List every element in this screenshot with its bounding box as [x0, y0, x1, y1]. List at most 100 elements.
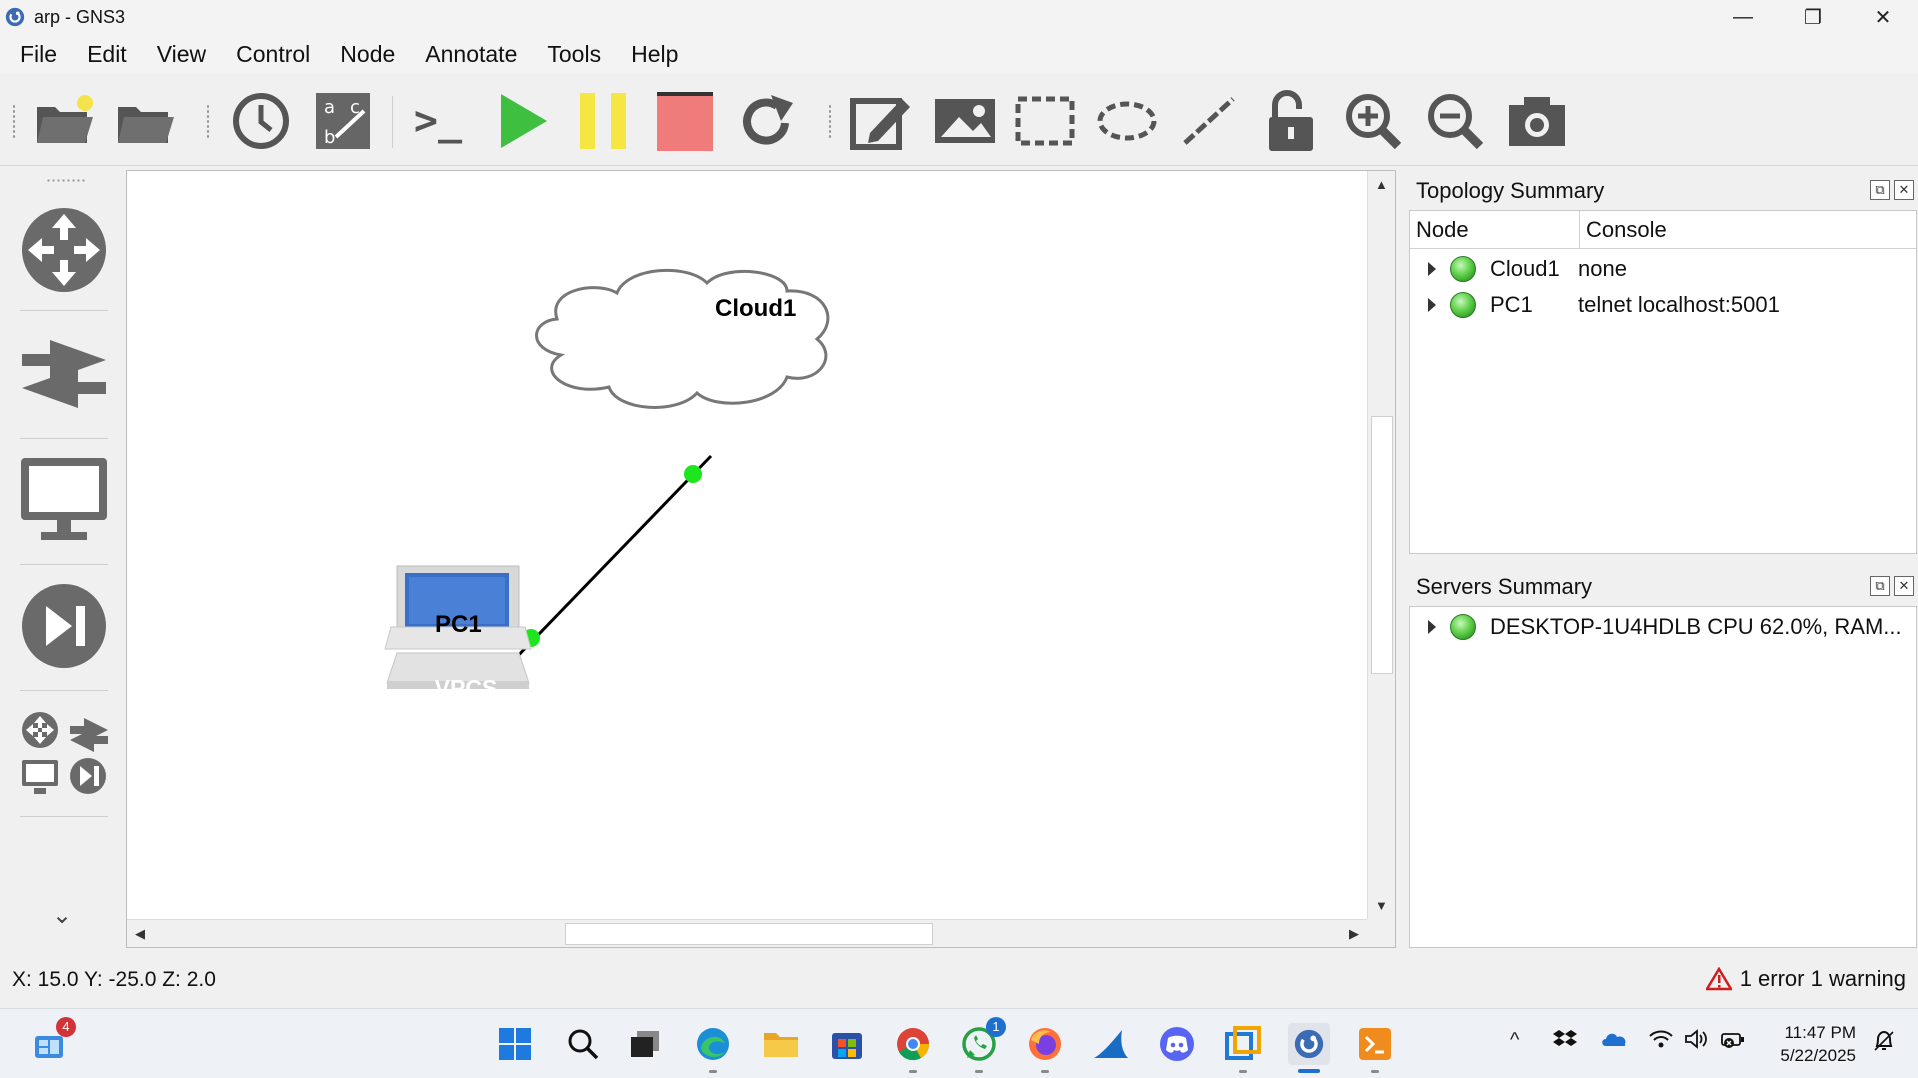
show-interface-labels-button[interactable]: a c b [310, 88, 376, 154]
console-all-button[interactable]: >_ [405, 88, 471, 154]
dock-float-icon[interactable]: ⧉ [1870, 576, 1890, 596]
column-header-console[interactable]: Console [1580, 211, 1916, 248]
firefox-button[interactable] [1024, 1023, 1066, 1073]
menu-annotate[interactable]: Annotate [425, 41, 517, 68]
scroll-right-icon[interactable]: ▶ [1349, 926, 1359, 942]
task-view-button[interactable] [624, 1023, 666, 1065]
scroll-up-icon[interactable]: ▲ [1375, 177, 1388, 192]
browse-routers-button[interactable] [16, 202, 112, 298]
topology-summary-tree[interactable]: Node Console Cloud1 none PC1 telnet loca… [1409, 210, 1917, 554]
horizontal-scroll-thumb[interactable] [565, 923, 933, 945]
lock-button[interactable] [1258, 88, 1324, 154]
running-indicator [709, 1070, 717, 1073]
search-button[interactable] [562, 1023, 604, 1065]
dock-close-icon[interactable]: ✕ [1894, 180, 1914, 200]
zoom-in-button[interactable] [1340, 88, 1406, 154]
toolbar-grip[interactable] [206, 104, 210, 140]
cloud1-label[interactable]: Cloud1 [715, 295, 796, 323]
dock-close-icon[interactable]: ✕ [1894, 576, 1914, 596]
browse-security-devices-button[interactable] [16, 578, 112, 674]
expand-arrow-icon[interactable] [1428, 620, 1436, 634]
cloud1-node-icon[interactable] [535, 268, 830, 409]
gns3-taskbar-button[interactable] [1288, 1023, 1330, 1073]
topology-canvas[interactable]: Cloud1 PC1 VPCS [127, 171, 1367, 919]
minimize-button[interactable]: — [1708, 0, 1778, 34]
dock-float-icon[interactable]: ⧉ [1870, 180, 1890, 200]
gns3-icon [1294, 1029, 1324, 1059]
tree-row[interactable]: Cloud1 none [1410, 251, 1916, 287]
file-explorer-button[interactable] [760, 1023, 802, 1065]
chrome-button[interactable] [892, 1023, 934, 1073]
start-button[interactable] [494, 1023, 536, 1065]
menu-tools[interactable]: Tools [547, 41, 601, 68]
window-controls: — ❐ ✕ [1708, 0, 1918, 34]
draw-ellipse-button[interactable] [1094, 88, 1160, 154]
vertical-scroll-thumb[interactable] [1371, 416, 1393, 674]
taskbar-clock[interactable]: 11:47 PM 5/22/2025 [1780, 1021, 1856, 1067]
menu-file[interactable]: File [20, 41, 57, 68]
toolbar-grip[interactable] [12, 104, 16, 140]
menu-node[interactable]: Node [340, 41, 395, 68]
draw-rectangle-button[interactable] [1012, 88, 1078, 154]
expand-arrow-icon[interactable] [1428, 298, 1436, 312]
discord-button[interactable] [1156, 1023, 1198, 1065]
menu-view[interactable]: View [157, 41, 206, 68]
column-header-node[interactable]: Node [1410, 211, 1580, 248]
browse-end-devices-button[interactable] [16, 452, 112, 548]
snapshot-button[interactable] [228, 88, 294, 154]
error-warning-indicator[interactable]: 1 error 1 warning [1705, 966, 1906, 992]
pc1-label[interactable]: PC1 [435, 611, 482, 639]
start-all-button[interactable] [490, 88, 556, 154]
reload-all-button[interactable] [734, 88, 800, 154]
panel-divider [20, 816, 108, 817]
link-pc1-cloud1[interactable] [509, 454, 713, 665]
dropbox-tray-button[interactable] [1552, 1029, 1578, 1056]
menu-help[interactable]: Help [631, 41, 678, 68]
insert-picture-button[interactable] [932, 88, 998, 154]
screenshot-icon [1509, 97, 1565, 146]
panel-grip[interactable] [46, 178, 86, 183]
vm-icon [1225, 1026, 1261, 1060]
onedrive-tray-button[interactable] [1600, 1029, 1628, 1052]
servers-summary-tree[interactable]: DESKTOP-1U4HDLB CPU 62.0%, RAM... [1409, 606, 1917, 948]
suspend-all-button[interactable] [570, 88, 636, 154]
browse-switches-button[interactable] [16, 326, 112, 422]
menu-edit[interactable]: Edit [87, 41, 127, 68]
wifi-tray-button[interactable] [1648, 1029, 1674, 1054]
zoom-out-button[interactable] [1422, 88, 1488, 154]
window-title: arp - GNS3 [34, 6, 126, 27]
whatsapp-button[interactable]: 1 [958, 1017, 1006, 1073]
wireshark-button[interactable] [1090, 1023, 1132, 1065]
scroll-left-icon[interactable]: ◀ [135, 926, 145, 942]
canvas-horizontal-scrollbar[interactable]: ◀ ▶ [127, 919, 1367, 947]
lock-unlock-icon [1269, 90, 1313, 151]
virtualbox-button[interactable] [1222, 1023, 1264, 1073]
battery-tray-button[interactable] [1720, 1029, 1746, 1054]
tray-overflow-icon[interactable]: ^ [1510, 1029, 1519, 1052]
new-project-button[interactable] [32, 88, 98, 154]
notifications-button[interactable] [1872, 1029, 1896, 1058]
browse-all-devices-button[interactable] [16, 706, 112, 802]
open-project-button[interactable] [113, 88, 179, 154]
widgets-button[interactable]: 4 [28, 1017, 76, 1065]
screenshot-button[interactable] [1504, 88, 1570, 154]
canvas-vertical-scrollbar[interactable]: ▲ ▼ [1367, 171, 1395, 919]
show-interface-labels-icon: a c b [316, 93, 370, 149]
more-nodes-chevron-icon[interactable]: ⌄ [52, 904, 72, 928]
restore-button[interactable]: ❐ [1778, 0, 1848, 34]
edge-taskbar-button[interactable] [692, 1023, 734, 1073]
tree-row[interactable]: PC1 telnet localhost:5001 [1410, 287, 1916, 323]
close-button[interactable]: ✕ [1848, 0, 1918, 34]
stop-all-button[interactable] [652, 88, 718, 154]
draw-line-button[interactable] [1176, 88, 1242, 154]
volume-tray-button[interactable] [1684, 1029, 1710, 1054]
vpcs-badge: VPCS [434, 675, 498, 701]
terminal-button[interactable] [1354, 1023, 1396, 1073]
tree-row[interactable]: DESKTOP-1U4HDLB CPU 62.0%, RAM... [1410, 609, 1916, 645]
scroll-down-icon[interactable]: ▼ [1375, 898, 1388, 913]
toolbar-grip[interactable] [828, 104, 832, 140]
add-note-button[interactable] [848, 88, 914, 154]
expand-arrow-icon[interactable] [1428, 262, 1436, 276]
menu-control[interactable]: Control [236, 41, 310, 68]
store-button[interactable] [826, 1023, 868, 1065]
